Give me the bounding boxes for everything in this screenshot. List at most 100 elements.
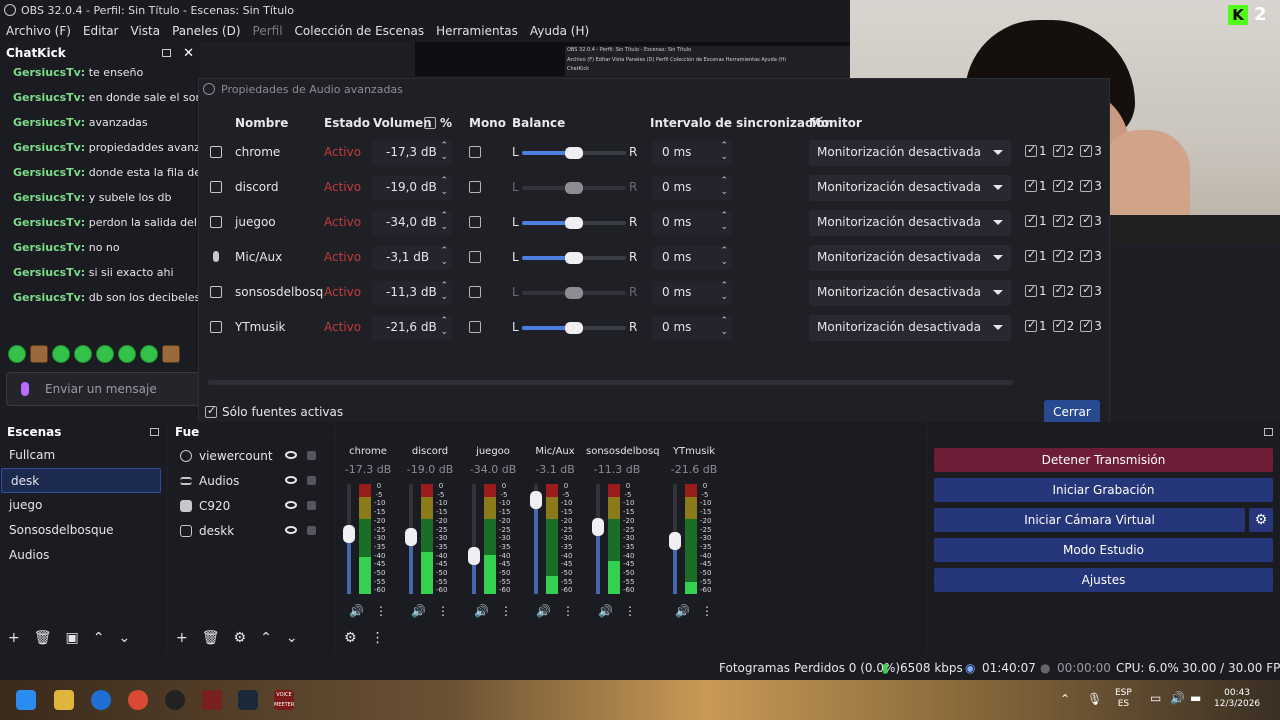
steam-icon[interactable] <box>238 690 258 710</box>
emote-icon[interactable] <box>74 345 92 363</box>
sync-offset-spinbox[interactable]: 0 ms ⌃ ⌄ <box>652 246 732 270</box>
channel-menu-icon[interactable]: ⋮ <box>562 604 574 618</box>
scene-item-selected[interactable]: desk <box>1 468 161 493</box>
track-check[interactable] <box>1025 178 1037 192</box>
spin-arrows-icon[interactable]: ⌃ ⌄ <box>440 176 448 198</box>
emote-icon[interactable] <box>30 345 48 363</box>
undock-icon[interactable] <box>162 49 172 57</box>
volume-spinbox[interactable]: -21,6 dB ⌃ ⌄ <box>372 316 452 340</box>
mono-checkbox[interactable] <box>469 321 481 333</box>
volume-fader[interactable] <box>405 484 417 594</box>
visibility-eye-icon[interactable] <box>285 526 297 534</box>
track-check[interactable] <box>1052 318 1065 332</box>
emote-icon[interactable] <box>118 345 136 363</box>
sync-offset-spinbox[interactable]: 0 ms ⌃ ⌄ <box>652 316 732 340</box>
track-check[interactable] <box>1052 248 1065 262</box>
track-checkbox[interactable]: 3 <box>1080 318 1102 333</box>
channel-menu-icon[interactable]: ⋮ <box>375 604 387 618</box>
chrome-icon[interactable] <box>128 690 148 710</box>
source-item[interactable]: viewercount <box>168 443 334 468</box>
move-up-icon[interactable]: ⌃ <box>93 630 105 646</box>
spin-arrows-icon[interactable]: ⌃ ⌄ <box>720 211 728 233</box>
balance-thumb[interactable] <box>565 322 583 334</box>
mixer-settings-icon[interactable]: ⚙ <box>344 630 357 646</box>
track-checkbox[interactable]: 3 <box>1080 283 1102 298</box>
filter-icon[interactable]: ▣ <box>66 630 79 646</box>
track-check[interactable] <box>1052 143 1065 157</box>
fader-thumb[interactable] <box>592 518 604 537</box>
track-checkbox[interactable]: 1 <box>1025 178 1047 193</box>
mute-speaker-icon[interactable]: 🔊 <box>598 604 613 618</box>
lock-icon[interactable] <box>307 476 316 485</box>
track-checkbox[interactable]: 2 <box>1052 248 1074 263</box>
volume-spinbox[interactable]: -11,3 dB ⌃ ⌄ <box>372 281 452 305</box>
studio-mode-button[interactable]: Modo Estudio <box>934 538 1273 562</box>
volume-fader[interactable] <box>468 484 480 594</box>
track-check[interactable] <box>1052 283 1065 297</box>
spin-arrows-icon[interactable]: ⌃ ⌄ <box>720 316 728 338</box>
emote-icon[interactable] <box>140 345 158 363</box>
menu-archivo[interactable]: Archivo (F) <box>6 24 71 38</box>
fader-thumb[interactable] <box>468 546 480 565</box>
track-check[interactable] <box>1052 213 1065 227</box>
monitoring-select[interactable]: Monitorización desactivada <box>809 175 1011 201</box>
microphone-icon[interactable] <box>21 382 29 396</box>
track-checkbox[interactable]: 1 <box>1025 213 1047 228</box>
language-indicator[interactable]: ESP ES <box>1115 688 1132 710</box>
volume-percent-checkbox[interactable] <box>424 117 436 129</box>
voicemeeter-icon[interactable]: VOICE MEETER <box>274 690 294 710</box>
volume-spinbox[interactable]: -3,1 dB ⌃ ⌄ <box>372 246 452 270</box>
move-down-icon[interactable]: ⌄ <box>118 630 130 646</box>
volume-spinbox[interactable]: -17,3 dB ⌃ ⌄ <box>372 141 452 165</box>
mute-speaker-icon[interactable]: 🔊 <box>536 604 551 618</box>
tray-chevron-icon[interactable]: ⌃ <box>1060 693 1070 705</box>
spin-arrows-icon[interactable]: ⌃ ⌄ <box>720 246 728 268</box>
move-down-icon[interactable]: ⌄ <box>286 630 298 646</box>
fader-thumb[interactable] <box>669 531 681 550</box>
spin-arrows-icon[interactable]: ⌃ ⌄ <box>440 316 448 338</box>
volume-spinbox[interactable]: -34,0 dB ⌃ ⌄ <box>372 211 452 235</box>
source-item[interactable]: C920 <box>168 493 334 518</box>
virtual-camera-settings-gear-icon[interactable]: ⚙ <box>1249 508 1273 532</box>
volume-fader[interactable] <box>669 484 681 594</box>
scene-item[interactable]: juego <box>0 493 166 518</box>
volume-fader[interactable] <box>592 484 604 594</box>
visibility-eye-icon[interactable] <box>285 501 297 509</box>
track-checkbox[interactable]: 2 <box>1052 283 1074 298</box>
sync-offset-spinbox[interactable]: 0 ms ⌃ ⌄ <box>652 141 732 165</box>
scene-item[interactable]: Audios <box>0 543 166 568</box>
start-virtual-camera-button[interactable]: Iniciar Cámara Virtual <box>934 508 1245 532</box>
track-checkbox[interactable]: 2 <box>1052 143 1074 158</box>
track-checkbox[interactable]: 1 <box>1025 248 1047 263</box>
monitoring-select[interactable]: Monitorización desactivada <box>809 280 1011 306</box>
mono-checkbox[interactable] <box>469 181 481 193</box>
track-checkbox[interactable]: 3 <box>1080 213 1102 228</box>
track-check[interactable] <box>1025 213 1037 227</box>
mono-checkbox[interactable] <box>469 251 481 263</box>
menu-perfil[interactable]: Perfil <box>253 24 283 38</box>
menu-coleccion[interactable]: Colección de Escenas <box>295 24 425 38</box>
horizontal-scrollbar[interactable] <box>208 380 1013 385</box>
emote-icon[interactable] <box>52 345 70 363</box>
mixer-menu-icon[interactable]: ⋮ <box>371 630 385 646</box>
fader-thumb[interactable] <box>405 528 417 547</box>
balance-slider[interactable] <box>522 287 626 299</box>
close-icon[interactable]: ✕ <box>183 46 194 61</box>
emote-icon[interactable] <box>96 345 114 363</box>
track-checkbox[interactable]: 3 <box>1080 178 1102 193</box>
trash-icon[interactable]: 🗑 <box>34 630 52 646</box>
mono-checkbox[interactable] <box>469 216 481 228</box>
chat-input[interactable]: Enviar un mensaje <box>6 372 200 406</box>
track-check[interactable] <box>1052 178 1065 192</box>
lock-icon[interactable] <box>307 501 316 510</box>
clock[interactable]: 00:43 12/3/2026 <box>1214 688 1260 710</box>
track-check[interactable] <box>1080 248 1093 262</box>
track-checkbox[interactable]: 1 <box>1025 318 1047 333</box>
track-checkbox[interactable]: 3 <box>1080 248 1102 263</box>
source-item[interactable]: deskk <box>168 518 334 543</box>
file-explorer-icon[interactable] <box>54 690 74 710</box>
volume-icon[interactable]: 🔊 <box>1170 692 1185 704</box>
undock-icon[interactable] <box>1264 428 1273 436</box>
volume-spinbox[interactable]: -19,0 dB ⌃ ⌄ <box>372 176 452 200</box>
spin-arrows-icon[interactable]: ⌃ ⌄ <box>720 281 728 303</box>
